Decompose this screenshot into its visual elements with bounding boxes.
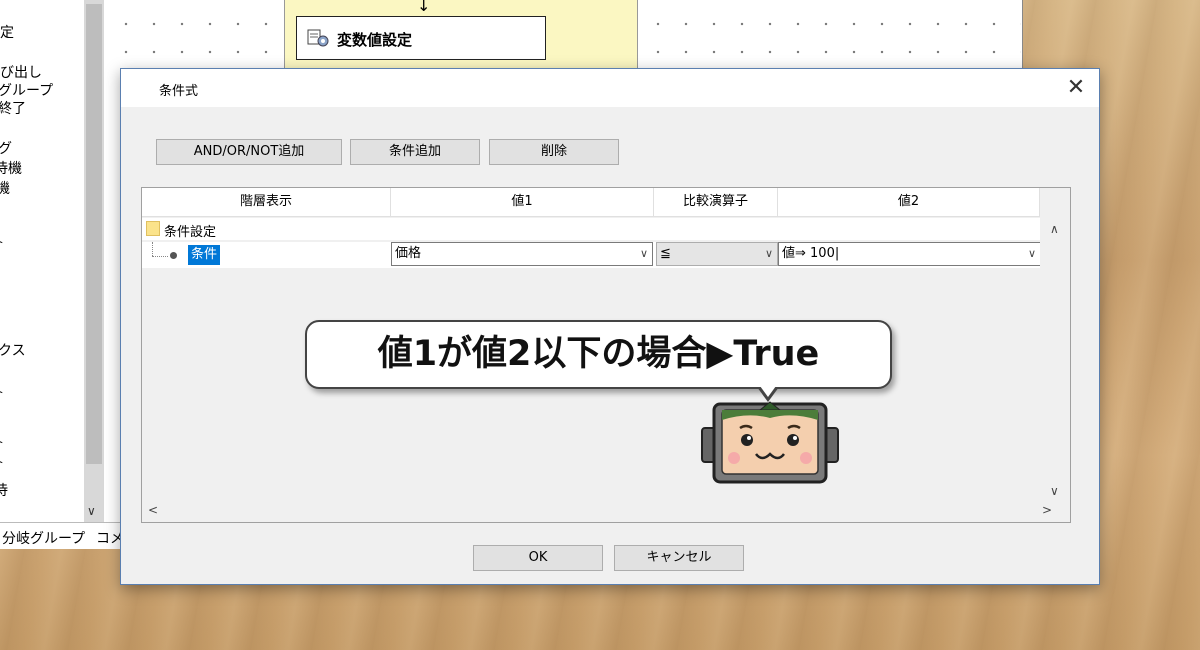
close-icon[interactable]: ✕: [1061, 73, 1091, 103]
folder-icon: [146, 221, 160, 236]
sidebar-item[interactable]: 呼び出し: [0, 62, 42, 82]
tab-branch-group[interactable]: 分岐グループ: [2, 528, 85, 548]
operator-text: ≦: [660, 246, 671, 261]
value1-text: 価格: [395, 246, 422, 261]
sidebar-item[interactable]: クス: [0, 340, 26, 360]
add-logic-operator-button[interactable]: AND/OR/NOT追加: [156, 139, 342, 165]
sidebar-scrollbar[interactable]: ∨: [84, 0, 104, 522]
tree-connector: [152, 242, 153, 256]
sidebar-item[interactable]: 定: [0, 22, 14, 42]
tree-bullet-icon: [170, 252, 177, 259]
chevron-down-icon[interactable]: ∨: [765, 243, 773, 265]
sidebar-item[interactable]: ト: [0, 434, 4, 449]
sidebar-item[interactable]: ト: [0, 234, 4, 249]
dialog-titlebar: 条件式 ✕: [121, 69, 1099, 107]
column-header-value1[interactable]: 値1: [391, 188, 654, 216]
sidebar-item[interactable]: ト: [0, 454, 4, 469]
flow-node-set-variable[interactable]: 変数値設定: [296, 16, 546, 60]
tree-node-condition-selected[interactable]: 条件: [188, 245, 221, 265]
tree-node-label: 条件設定: [164, 225, 217, 240]
chevron-down-icon[interactable]: ∨: [640, 243, 648, 265]
grid-horizontal-scrollbar[interactable]: < >: [142, 500, 1070, 522]
value2-combo[interactable]: 値⇒ 100| ∨: [778, 242, 1041, 266]
operator-combo[interactable]: ≦ ∨: [656, 242, 778, 266]
speech-bubble: 値1が値2以下の場合▶True: [305, 320, 892, 389]
tree-row-root[interactable]: 条件設定: [142, 218, 1040, 240]
gear-document-icon: [307, 29, 329, 47]
column-header-operator[interactable]: 比較演算子: [654, 188, 778, 216]
delete-button[interactable]: 削除: [489, 139, 619, 165]
sidebar-item[interactable]: グ: [0, 138, 12, 158]
cancel-button[interactable]: キャンセル: [614, 545, 744, 571]
chevron-up-icon[interactable]: ∧: [1050, 222, 1059, 236]
value2-text: 値⇒ 100|: [782, 246, 840, 261]
chevron-down-icon[interactable]: ∨: [1050, 484, 1059, 498]
sidebar-item[interactable]: 待機: [0, 158, 22, 178]
chevron-down-icon[interactable]: ∨: [87, 504, 96, 518]
add-condition-button[interactable]: 条件追加: [350, 139, 480, 165]
mascot-robot: [701, 401, 839, 484]
ok-button[interactable]: OK: [473, 545, 603, 571]
column-header-hierarchy[interactable]: 階層表示: [142, 188, 391, 216]
chevron-right-icon[interactable]: >: [1042, 503, 1052, 517]
chevron-left-icon[interactable]: <: [148, 503, 158, 517]
action-palette-sidebar: 定 呼び出し グループ 終了 グ 待機 機 ト クス ト ト ト 待 ∨: [0, 0, 105, 522]
scrollbar-thumb[interactable]: [86, 4, 102, 464]
dialog-title: 条件式: [159, 84, 199, 99]
chevron-down-icon[interactable]: ∨: [1028, 243, 1036, 265]
sidebar-item[interactable]: 終了: [0, 98, 26, 118]
grid-header: 階層表示 値1 比較演算子 値2: [142, 188, 1040, 217]
flow-node-label: 変数値設定: [337, 31, 413, 49]
sidebar-item[interactable]: グループ: [0, 80, 53, 100]
grid-vertical-scrollbar[interactable]: ∧ ∨: [1040, 216, 1070, 500]
column-header-value2[interactable]: 値2: [778, 188, 1040, 216]
sidebar-item[interactable]: 機: [0, 178, 10, 198]
sidebar-item[interactable]: ト: [0, 384, 4, 399]
value1-combo[interactable]: 価格 ∨: [391, 242, 653, 266]
speech-bubble-text: 値1が値2以下の場合▶True: [377, 334, 820, 374]
flow-arrow-icon: ↓: [417, 0, 431, 15]
sidebar-item[interactable]: 待: [0, 480, 8, 500]
tree-connector: [152, 256, 168, 257]
